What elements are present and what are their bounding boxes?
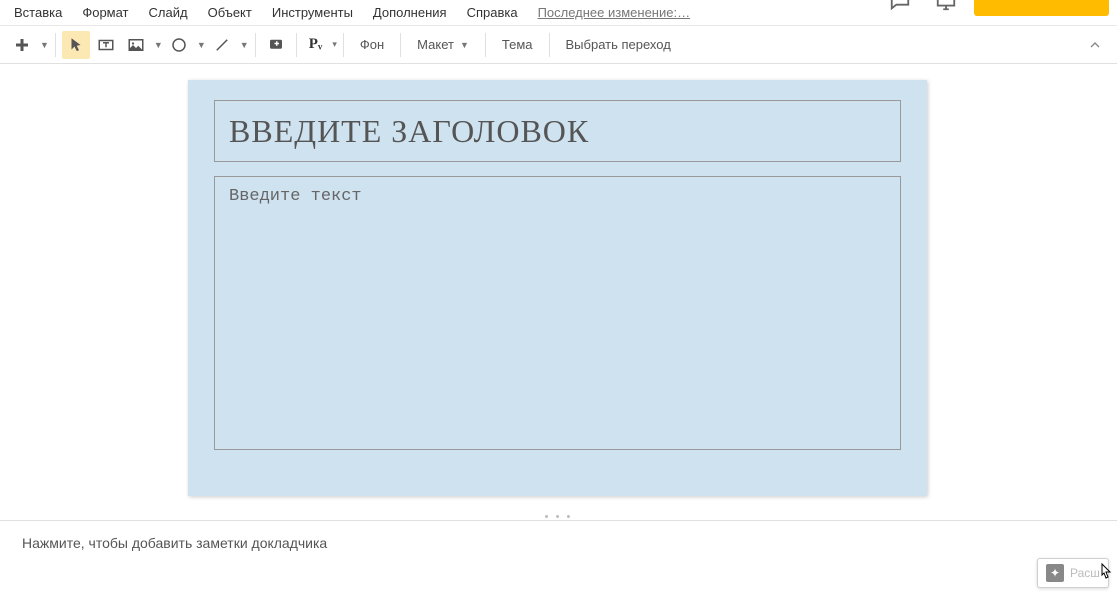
last-edit-link[interactable]: Последнее изменение:…	[538, 5, 691, 20]
new-slide-dropdown[interactable]: ▼	[40, 40, 49, 50]
share-button[interactable]	[974, 0, 1109, 16]
speaker-notes-placeholder: Нажмите, чтобы добавить заметки докладчи…	[22, 535, 327, 551]
explore-icon: ✦	[1046, 564, 1064, 582]
new-slide-button[interactable]	[8, 31, 36, 59]
layout-button[interactable]: Макет▼	[407, 31, 479, 59]
title-placeholder-box[interactable]: Введите заголовок	[214, 100, 901, 162]
image-dropdown[interactable]: ▼	[154, 40, 163, 50]
comments-icon[interactable]	[889, 0, 911, 12]
select-tool[interactable]	[62, 31, 90, 59]
slide[interactable]: Введите заголовок Введите текст	[188, 80, 927, 496]
slide-canvas[interactable]: Введите заголовок Введите текст	[0, 64, 1117, 520]
body-placeholder-box[interactable]: Введите текст	[214, 176, 901, 450]
textbox-tool[interactable]	[92, 31, 120, 59]
font-dropdown[interactable]: ▾	[332, 39, 337, 50]
menu-addons[interactable]: Дополнения	[363, 1, 457, 24]
collapse-toolbar-button[interactable]	[1081, 31, 1109, 59]
menu-object[interactable]: Объект	[198, 1, 262, 24]
shape-dropdown[interactable]: ▼	[197, 40, 206, 50]
cursor-pointer-icon	[1095, 561, 1115, 590]
shape-tool[interactable]	[165, 31, 193, 59]
line-tool[interactable]	[208, 31, 236, 59]
menu-insert[interactable]: Вставка	[4, 1, 72, 24]
title-placeholder-text: Введите заголовок	[229, 113, 589, 150]
toolbar: ▼ ▼ ▼ ▼ Pᵥ ▾ Фон Макет▼ Тема	[0, 26, 1117, 64]
background-button[interactable]: Фон	[350, 31, 394, 59]
comment-tool[interactable]	[262, 31, 290, 59]
transition-button[interactable]: Выбрать переход	[556, 31, 681, 59]
image-tool[interactable]	[122, 31, 150, 59]
body-placeholder-text: Введите текст	[229, 187, 362, 206]
present-icon[interactable]	[935, 0, 957, 12]
menu-tools[interactable]: Инструменты	[262, 1, 363, 24]
theme-button[interactable]: Тема	[492, 31, 543, 59]
menu-help[interactable]: Справка	[457, 1, 528, 24]
font-indicator[interactable]: Pᵥ	[303, 36, 329, 53]
line-dropdown[interactable]: ▼	[240, 40, 249, 50]
menu-format[interactable]: Формат	[72, 1, 138, 24]
menu-slide[interactable]: Слайд	[139, 1, 198, 24]
speaker-notes-area[interactable]: Нажмите, чтобы добавить заметки докладчи…	[0, 520, 1117, 592]
